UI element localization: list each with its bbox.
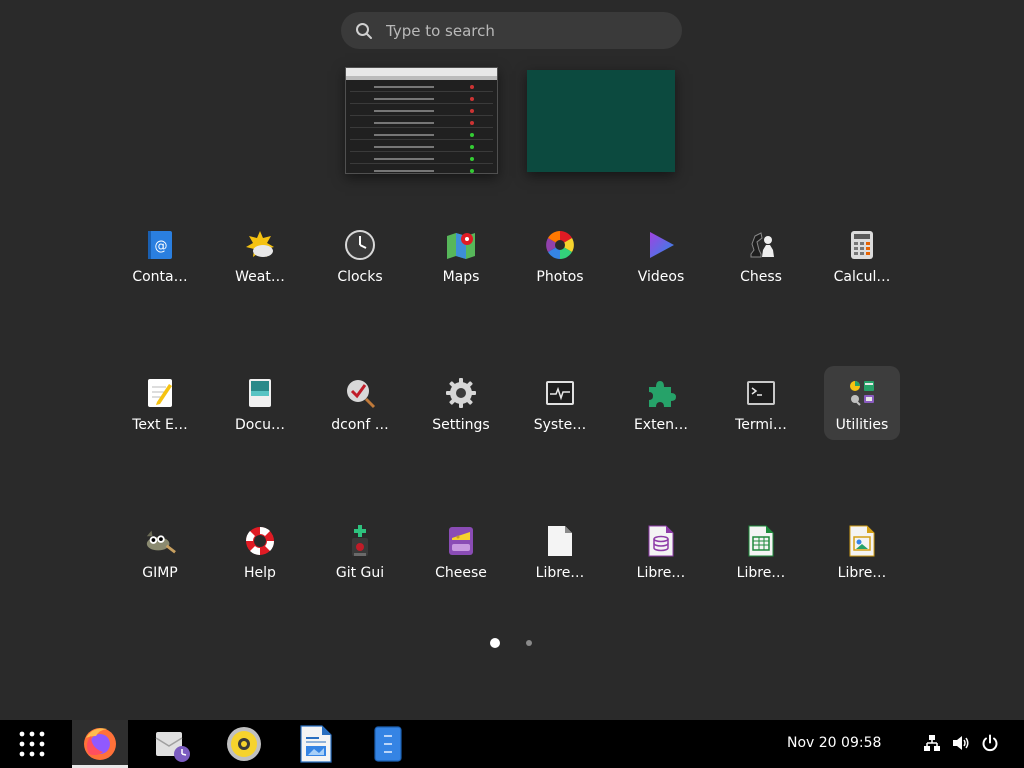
taskbar-file-manager[interactable] (360, 720, 416, 768)
app-extensions[interactable]: Exten… (623, 366, 699, 440)
app-label: Calcul… (833, 269, 891, 285)
app-label: Libre… (837, 565, 887, 581)
app-label: GIMP (142, 565, 178, 581)
app-calculator[interactable]: Calcul… (824, 218, 900, 292)
dconf-editor-icon (344, 377, 376, 409)
mail-icon (155, 732, 190, 762)
utilities-folder-icon (846, 377, 878, 409)
photos-icon (544, 229, 576, 261)
app-label: Cheese (435, 565, 487, 581)
power-icon[interactable] (981, 734, 999, 752)
app-label: Chess (740, 269, 782, 285)
libreoffice-calc-icon (745, 525, 777, 557)
taskbar: Nov 20 09:58 (0, 720, 1024, 768)
app-dconf-editor[interactable]: dconf … (322, 366, 398, 440)
app-contacts[interactable]: @ Conta… (122, 218, 198, 292)
app-label: Photos (536, 269, 584, 285)
document-viewer-icon (244, 377, 276, 409)
search-input[interactable] (384, 20, 682, 41)
app-libreoffice-base[interactable]: Libre… (623, 514, 699, 588)
app-system-monitor[interactable]: Syste… (522, 366, 598, 440)
page-indicator-1[interactable] (490, 638, 500, 648)
page-indicator-2[interactable] (526, 640, 532, 646)
app-label: Termi… (735, 417, 787, 433)
taskbar-libreoffice-writer[interactable] (288, 720, 344, 768)
firefox-icon (84, 727, 116, 760)
show-apps-button[interactable] (4, 720, 60, 768)
app-libreoffice-draw[interactable]: Libre… (824, 514, 900, 588)
rhythmbox-icon (227, 727, 261, 761)
text-editor-icon (144, 377, 176, 409)
clock[interactable]: Nov 20 09:58 (787, 735, 881, 751)
app-libreoffice[interactable]: Libre… (522, 514, 598, 588)
app-text-editor[interactable]: Text E… (122, 366, 198, 440)
app-videos[interactable]: Videos (623, 218, 699, 292)
libreoffice-base-icon (645, 525, 677, 557)
app-label: Git Gui (335, 565, 385, 581)
libreoffice-draw-icon (846, 525, 878, 557)
app-document-viewer[interactable]: Docu… (222, 366, 298, 440)
contacts-icon: @ (144, 229, 176, 261)
file-manager-icon (374, 726, 402, 762)
app-label: Libre… (636, 565, 686, 581)
app-label: Videos (637, 269, 685, 285)
app-label: Text E… (132, 417, 188, 433)
gimp-icon (144, 525, 176, 557)
app-photos[interactable]: Photos (522, 218, 598, 292)
workspace-thumbnail-1[interactable] (345, 67, 498, 174)
taskbar-firefox[interactable] (72, 720, 128, 768)
app-gimp[interactable]: GIMP (122, 514, 198, 588)
libreoffice-icon (544, 525, 576, 557)
app-maps[interactable]: Maps (423, 218, 499, 292)
app-grid-icon (19, 731, 45, 757)
app-label: Help (244, 565, 276, 581)
calculator-icon (846, 229, 878, 261)
system-monitor-icon (544, 377, 576, 409)
app-label: Exten… (633, 417, 689, 433)
extensions-icon (645, 377, 677, 409)
chess-icon (745, 229, 777, 261)
settings-icon (445, 377, 477, 409)
search-bar[interactable] (341, 12, 682, 49)
app-label: Libre… (535, 565, 585, 581)
search-icon (356, 22, 372, 39)
desktop-overview: @ Conta… Weat… Clocks Maps (0, 0, 1024, 768)
volume-icon[interactable] (952, 734, 970, 752)
app-label: Syste… (533, 417, 587, 433)
maps-icon (445, 229, 477, 261)
videos-icon (645, 229, 677, 261)
svg-text:@: @ (155, 239, 168, 254)
app-label: dconf … (331, 417, 389, 433)
taskbar-mail[interactable] (144, 720, 200, 768)
cheese-icon (445, 525, 477, 557)
app-label: Maps (442, 269, 480, 285)
app-label: Settings (432, 417, 490, 433)
app-cheese[interactable]: Cheese (423, 514, 499, 588)
libreoffice-writer-icon (300, 725, 332, 763)
app-chess[interactable]: Chess (723, 218, 799, 292)
workspace-thumbnail-2[interactable] (527, 70, 675, 172)
app-label: Clocks (337, 269, 383, 285)
app-weather[interactable]: Weat… (222, 218, 298, 292)
app-label: Conta… (132, 269, 188, 285)
weather-icon (244, 229, 276, 261)
app-terminal[interactable]: Termi… (723, 366, 799, 440)
network-icon[interactable] (923, 734, 941, 752)
terminal-icon (745, 377, 777, 409)
help-icon (244, 525, 276, 557)
app-label: Weat… (235, 269, 285, 285)
app-libreoffice-calc[interactable]: Libre… (723, 514, 799, 588)
git-gui-icon (344, 525, 376, 557)
app-label: Libre… (736, 565, 786, 581)
app-label: Docu… (235, 417, 285, 433)
app-folder-utilities[interactable]: Utilities (824, 366, 900, 440)
app-label: Utilities (835, 417, 889, 433)
taskbar-rhythmbox[interactable] (216, 720, 272, 768)
app-settings[interactable]: Settings (423, 366, 499, 440)
clocks-icon (344, 229, 376, 261)
app-git-gui[interactable]: Git Gui (322, 514, 398, 588)
app-help[interactable]: Help (222, 514, 298, 588)
app-clocks[interactable]: Clocks (322, 218, 398, 292)
